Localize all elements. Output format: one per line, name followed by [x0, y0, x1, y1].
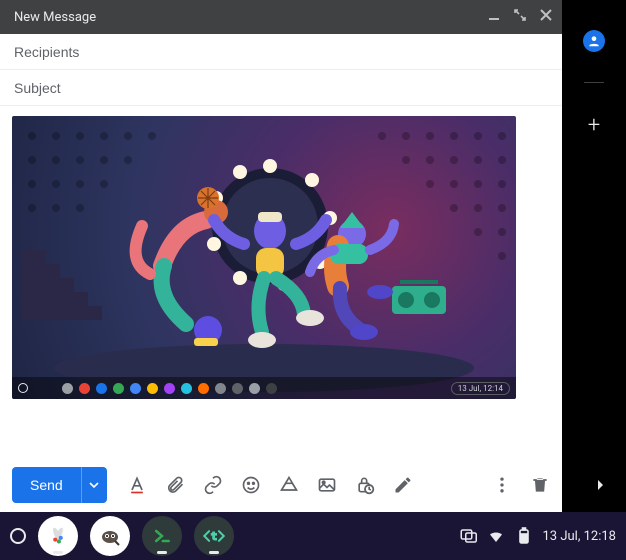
inner-app-dot	[232, 383, 243, 394]
inner-shelf-status: 13 Jul, 12:14	[451, 382, 510, 395]
recipients-field[interactable]	[0, 34, 562, 70]
wifi-icon	[487, 527, 505, 545]
more-vert-icon[interactable]	[492, 475, 512, 495]
add-button[interactable]: +	[588, 113, 600, 138]
inner-app-dot	[215, 383, 226, 394]
fullscreen-icon[interactable]	[514, 9, 526, 25]
screenshot-inner-shelf: 13 Jul, 12:14	[12, 377, 516, 399]
shelf-indicator	[157, 551, 167, 554]
minimize-icon[interactable]	[488, 9, 500, 25]
compose-window: New Message	[0, 0, 562, 512]
tray-datetime: 13 Jul, 12:18	[543, 529, 617, 544]
send-options-dropdown[interactable]	[81, 467, 107, 503]
inner-app-dot	[96, 383, 107, 394]
svg-text:t: t	[211, 531, 217, 542]
inner-app-dot	[113, 383, 124, 394]
send-button[interactable]: Send	[12, 467, 81, 503]
paperclip-icon[interactable]	[165, 475, 185, 495]
emoji-icon[interactable]	[241, 475, 261, 495]
format-text-icon[interactable]	[127, 475, 147, 495]
attached-image[interactable]: 13 Jul, 12:14	[12, 116, 516, 399]
shelf-app-code[interactable]: t	[194, 516, 234, 556]
shelf-app-terminal[interactable]	[142, 516, 182, 556]
inner-app-dot	[164, 383, 175, 394]
send-button-group: Send	[12, 467, 107, 503]
inner-app-dot	[79, 383, 90, 394]
inner-app-dot	[266, 383, 277, 394]
link-icon[interactable]	[203, 475, 223, 495]
os-shelf: t 13 Jul, 12:18	[0, 512, 626, 560]
subject-field[interactable]	[0, 70, 562, 106]
drive-icon[interactable]	[279, 475, 299, 495]
inner-launcher-icon	[18, 383, 28, 393]
overview-icon[interactable]	[459, 527, 477, 545]
system-tray[interactable]: 13 Jul, 12:18	[459, 527, 617, 545]
launcher-icon[interactable]	[10, 528, 26, 544]
compose-body[interactable]: 13 Jul, 12:14	[0, 106, 562, 458]
shelf-app-gimp[interactable]	[90, 516, 130, 556]
shelf-indicator	[53, 551, 63, 554]
inner-app-dot	[181, 383, 192, 394]
trash-icon[interactable]	[530, 475, 550, 495]
lock-clock-icon[interactable]	[355, 475, 375, 495]
compose-title: New Message	[14, 10, 488, 25]
battery-icon	[515, 527, 533, 545]
photo-icon[interactable]	[317, 475, 337, 495]
shelf-indicator	[209, 551, 219, 554]
compose-toolbar: Send	[0, 458, 562, 512]
inner-app-dot	[249, 383, 260, 394]
wallpaper-svg	[12, 116, 516, 399]
account-avatar[interactable]	[583, 30, 605, 52]
close-icon[interactable]	[540, 9, 552, 25]
recipients-input[interactable]	[14, 44, 548, 60]
side-panel: +	[562, 0, 626, 512]
pen-icon[interactable]	[393, 475, 413, 495]
inner-app-dot	[62, 383, 73, 394]
inner-app-dot	[198, 383, 209, 394]
inner-app-dot	[130, 383, 141, 394]
divider	[584, 82, 604, 83]
subject-input[interactable]	[14, 80, 548, 96]
compose-titlebar: New Message	[0, 0, 562, 34]
inner-app-dot	[147, 383, 158, 394]
compose-window-controls	[488, 9, 552, 25]
shelf-app-paint[interactable]	[38, 516, 78, 556]
expand-panel-icon[interactable]	[594, 475, 606, 496]
